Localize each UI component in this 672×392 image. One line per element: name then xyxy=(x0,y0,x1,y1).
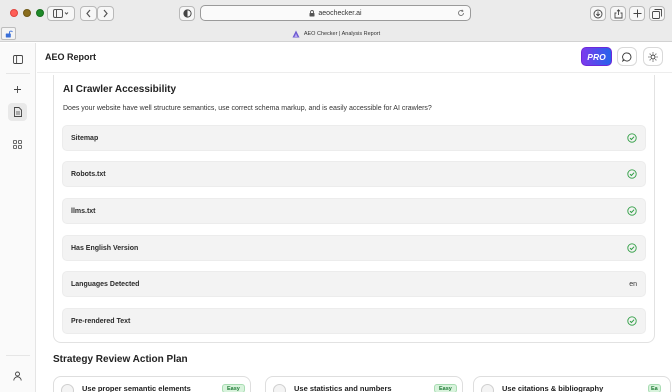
check-circle-icon xyxy=(627,206,637,216)
check-label: llms.txt xyxy=(71,208,96,215)
download-icon xyxy=(593,9,603,18)
action-title: Use statistics and numbers xyxy=(294,384,392,392)
downloads-button[interactable] xyxy=(590,6,606,21)
apps-button[interactable] xyxy=(8,135,27,153)
sidebar-toggle-button[interactable] xyxy=(47,6,75,21)
browser-chrome: aeochecker.ai AEO Checker | Analysis Rep… xyxy=(0,0,672,42)
toggle-sidebar-button[interactable] xyxy=(8,50,27,68)
share-icon xyxy=(614,8,622,18)
languages-value: en xyxy=(629,281,637,288)
share-button[interactable] xyxy=(610,6,626,21)
check-label: Robots.txt xyxy=(71,171,106,178)
check-circle-icon xyxy=(627,169,637,179)
new-analysis-button[interactable] xyxy=(8,80,27,98)
action-card[interactable]: Use proper semantic elements Easy xyxy=(53,376,251,392)
check-row-llms: llms.txt xyxy=(62,198,646,224)
panel-left-icon xyxy=(12,54,23,64)
app-header: AEO Report PRO xyxy=(37,43,672,73)
minimize-window-button[interactable] xyxy=(23,9,31,17)
action-marker xyxy=(61,384,74,392)
action-card[interactable]: Use statistics and numbers Easy xyxy=(265,376,463,392)
ai-crawler-accessibility-card: AI Crawler Accessibility Does your websi… xyxy=(53,75,655,343)
action-marker xyxy=(273,384,286,392)
difficulty-badge: Easy xyxy=(222,384,245,392)
account-button[interactable] xyxy=(8,367,27,385)
lock-icon xyxy=(309,9,315,16)
check-row-robots: Robots.txt xyxy=(62,161,646,187)
document-icon xyxy=(13,107,22,117)
tab-overview-button[interactable] xyxy=(649,6,665,21)
section-title: AI Crawler Accessibility xyxy=(63,84,177,95)
back-button[interactable] xyxy=(80,6,97,21)
check-label: Sitemap xyxy=(71,135,99,142)
page-title: AEO Report xyxy=(45,52,97,62)
reports-button[interactable] xyxy=(8,103,27,121)
check-row-english-version: Has English Version xyxy=(62,235,646,261)
check-row-sitemap: Sitemap xyxy=(62,125,646,151)
action-title: Use proper semantic elements xyxy=(82,384,191,392)
check-label: Languages Detected xyxy=(71,281,140,288)
sidebar-icon xyxy=(53,9,69,18)
zoom-window-button[interactable] xyxy=(36,9,44,17)
check-row-languages: Languages Detected en xyxy=(62,271,646,297)
rail-divider xyxy=(6,73,30,74)
pro-button[interactable]: PRO xyxy=(581,47,612,66)
user-icon xyxy=(13,371,22,381)
address-bar[interactable]: aeochecker.ai xyxy=(200,5,471,21)
privacy-report-button[interactable] xyxy=(179,6,195,21)
difficulty-badge: Ea xyxy=(648,384,661,392)
forward-button[interactable] xyxy=(97,6,114,21)
check-label: Has English Version xyxy=(71,245,139,252)
report-content: AI Crawler Accessibility Does your websi… xyxy=(37,74,672,392)
check-circle-icon xyxy=(627,133,637,143)
chevron-right-icon xyxy=(103,9,108,18)
check-row-prerendered: Pre-rendered Text xyxy=(62,308,646,334)
sun-icon xyxy=(648,51,658,62)
url-text: aeochecker.ai xyxy=(318,9,362,17)
plus-icon xyxy=(14,85,21,93)
check-circle-icon xyxy=(627,316,637,326)
section-description: Does your website have well structure se… xyxy=(63,105,432,112)
chevron-left-icon xyxy=(86,9,91,18)
active-tab[interactable]: AEO Checker | Analysis Report xyxy=(0,26,672,42)
strategy-section-title: Strategy Review Action Plan xyxy=(53,354,188,365)
chat-button[interactable] xyxy=(617,47,637,66)
close-window-button[interactable] xyxy=(10,9,18,17)
favicon-icon xyxy=(292,30,300,38)
action-card[interactable]: Use citations & bibliography Ea xyxy=(473,376,671,392)
check-label: Pre-rendered Text xyxy=(71,318,131,325)
check-circle-icon xyxy=(627,243,637,253)
reload-icon[interactable] xyxy=(457,9,465,17)
rail-divider-bottom xyxy=(6,355,30,356)
action-title: Use citations & bibliography xyxy=(502,384,604,392)
tab-title: AEO Checker | Analysis Report xyxy=(303,31,381,37)
message-circle-icon xyxy=(622,52,632,62)
plus-icon xyxy=(633,9,641,18)
app-sidebar xyxy=(0,43,36,392)
new-tab-button[interactable] xyxy=(629,6,645,21)
window-controls xyxy=(10,9,44,17)
action-marker xyxy=(481,384,494,392)
theme-toggle-button[interactable] xyxy=(643,47,663,66)
grid-icon xyxy=(13,139,22,149)
difficulty-badge: Easy xyxy=(434,384,457,392)
tabs-icon xyxy=(652,8,662,19)
shield-icon xyxy=(182,9,192,18)
